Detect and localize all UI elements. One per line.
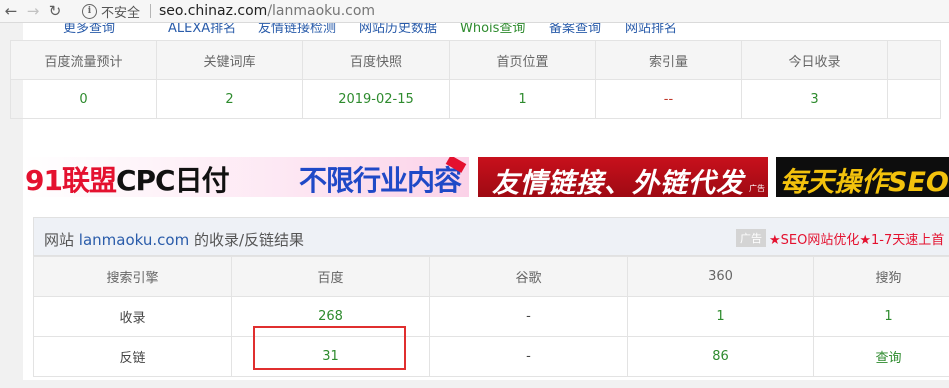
ad2-text: 友情链接、外链代发 bbox=[492, 168, 744, 197]
header-empty bbox=[887, 40, 941, 80]
results-header-row: 搜索引擎 百度 谷歌 360 搜狗 bbox=[33, 256, 949, 297]
link-whois[interactable]: Whois查询 bbox=[460, 23, 525, 36]
url-text[interactable]: seo.chinaz.com/lanmaoku.com bbox=[159, 3, 375, 19]
backlinks-google: - bbox=[429, 336, 628, 377]
forward-icon[interactable]: → bbox=[22, 0, 44, 22]
summary-header-row: 百度流量预计 关键词库 百度快照 首页位置 索引量 今日收录 bbox=[10, 40, 941, 80]
ad3-text: 每天操作SEO bbox=[780, 167, 949, 197]
ad-label-badge: 广告 bbox=[736, 229, 766, 247]
header-sogou: 搜狗 bbox=[813, 256, 949, 297]
link-friend-link[interactable]: 友情链接检测 bbox=[258, 23, 336, 36]
value-empty bbox=[887, 79, 941, 119]
url-path: /lanmaoku.com bbox=[267, 3, 376, 19]
security-label[interactable]: 不安全 bbox=[101, 2, 140, 21]
backlinks-360[interactable]: 86 bbox=[627, 336, 814, 377]
summary-value-row: 0 2 2019-02-15 1 -- 3 bbox=[10, 79, 941, 119]
url-divider bbox=[150, 4, 152, 18]
value-snapshot[interactable]: 2019-02-15 bbox=[302, 79, 450, 119]
results-title-suffix: 的收录/反链结果 bbox=[193, 231, 305, 249]
ad-banner-seo[interactable]: 每天操作SEO bbox=[776, 157, 949, 197]
row-label-indexed: 收录 bbox=[33, 296, 232, 337]
table-row: 收录 268 - 1 1 bbox=[33, 296, 949, 337]
results-domain-link[interactable]: lanmaoku.com bbox=[79, 231, 189, 249]
reload-icon[interactable]: ↻ bbox=[44, 0, 66, 22]
value-homepage-pos[interactable]: 1 bbox=[449, 79, 596, 119]
results-header: 网站 lanmaoku.com 的收录/反链结果 广告 ★SEO网站优化★1-7… bbox=[33, 217, 949, 256]
value-baidu-traffic[interactable]: 0 bbox=[10, 79, 157, 119]
results-table: 搜索引擎 百度 谷歌 360 搜狗 收录 268 - 1 1 反链 31 - 8… bbox=[33, 256, 949, 377]
backlinks-sogou[interactable]: 查询 bbox=[813, 336, 949, 377]
indexed-google: - bbox=[429, 296, 628, 337]
info-icon[interactable]: i bbox=[82, 3, 97, 19]
ad-banner-links[interactable]: 友情链接、外链代发 广告 bbox=[478, 157, 768, 197]
back-icon[interactable]: ← bbox=[0, 0, 22, 22]
header-engine: 搜索引擎 bbox=[33, 256, 232, 297]
row-label-backlinks: 反链 bbox=[33, 336, 232, 377]
ad-banner-91[interactable]: 91联盟CPC日付 不限行业内容 bbox=[23, 157, 469, 197]
value-today[interactable]: 3 bbox=[741, 79, 888, 119]
ad1-brand: 91联盟 bbox=[25, 164, 117, 197]
header-homepage-pos: 首页位置 bbox=[449, 40, 596, 80]
header-360: 360 bbox=[627, 256, 814, 297]
seo-ad-link[interactable]: ★SEO网站优化★1-7天速上首 bbox=[769, 229, 944, 248]
header-google: 谷歌 bbox=[429, 256, 628, 297]
link-icp[interactable]: 备案查询 bbox=[549, 23, 601, 36]
url-domain: seo.chinaz.com bbox=[159, 3, 268, 19]
header-index: 索引量 bbox=[595, 40, 742, 80]
header-today: 今日收录 bbox=[741, 40, 888, 80]
indexed-sogou[interactable]: 1 bbox=[813, 296, 949, 337]
header-baidu-traffic: 百度流量预计 bbox=[10, 40, 157, 80]
link-more-query[interactable]: 更多查询 bbox=[63, 23, 115, 36]
highlight-box bbox=[253, 326, 406, 370]
value-keywords[interactable]: 2 bbox=[156, 79, 303, 119]
table-row: 反链 31 - 86 查询 bbox=[33, 336, 949, 377]
address-bar: ← → ↻ i 不安全 seo.chinaz.com/lanmaoku.com bbox=[0, 0, 949, 23]
top-links: 更多查询 ALEXA排名 友情链接检测 网站历史数据 Whois查询 备案查询 … bbox=[23, 23, 949, 37]
results-title: 网站 lanmaoku.com 的收录/反链结果 bbox=[44, 229, 304, 250]
ad2-ad-label: 广告 bbox=[749, 184, 765, 193]
ad1-text-a: 91联盟CPC日付 bbox=[25, 159, 230, 197]
header-snapshot: 百度快照 bbox=[302, 40, 450, 80]
summary-table: 百度流量预计 关键词库 百度快照 首页位置 索引量 今日收录 0 2 2019-… bbox=[10, 40, 941, 119]
link-rank[interactable]: 网站排名 bbox=[625, 23, 677, 36]
indexed-360[interactable]: 1 bbox=[627, 296, 814, 337]
ad1-unlimited: 不限行业内容 bbox=[299, 164, 462, 197]
link-history[interactable]: 网站历史数据 bbox=[359, 23, 437, 36]
header-keywords: 关键词库 bbox=[156, 40, 303, 80]
results-title-prefix: 网站 bbox=[44, 231, 75, 249]
link-alexa[interactable]: ALEXA排名 bbox=[168, 23, 236, 36]
value-index[interactable]: -- bbox=[595, 79, 742, 119]
ad1-cpc: CPC日付 bbox=[115, 164, 230, 197]
header-baidu: 百度 bbox=[231, 256, 430, 297]
